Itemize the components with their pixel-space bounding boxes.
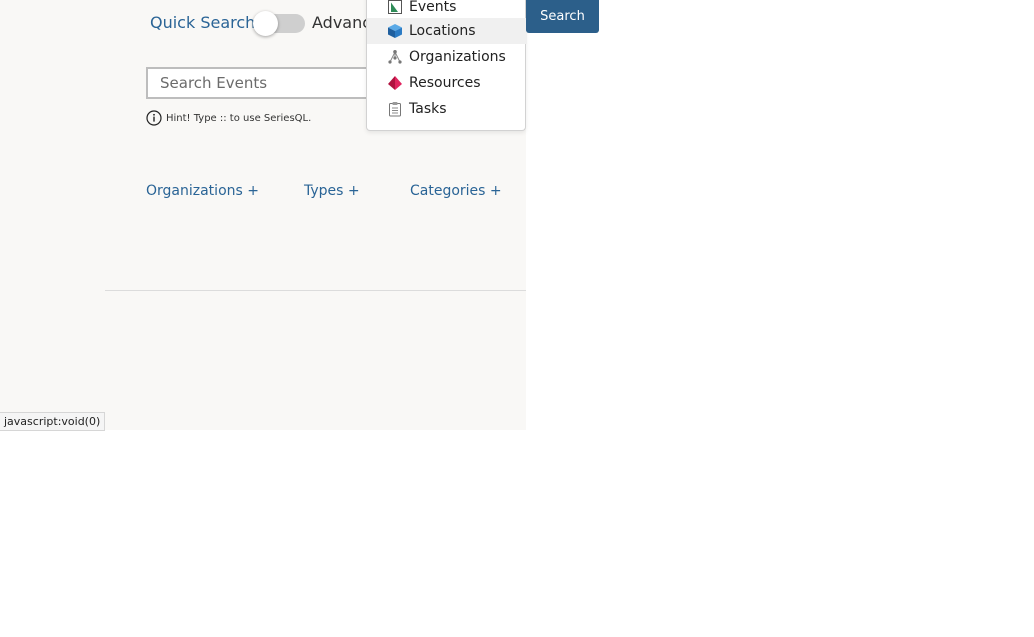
menu-item-events[interactable]: Events [367, 0, 527, 20]
menu-item-organizations[interactable]: Organizations [367, 44, 527, 70]
quick-search-label[interactable]: Quick Search [150, 13, 255, 32]
search-mode-toggle[interactable] [253, 11, 305, 36]
menu-item-tasks[interactable]: Tasks [367, 96, 527, 122]
locations-cube-icon [387, 23, 403, 39]
advanced-search-label[interactable]: Advanced [312, 13, 368, 32]
object-type-dropdown: Events Locations Organizations Resources… [366, 0, 527, 131]
categories-filter-link[interactable]: Categories + [410, 183, 502, 199]
menu-item-resources[interactable]: Resources [367, 70, 527, 96]
seriesql-hint: Hint! Type :: to use SeriesQL. [146, 110, 311, 126]
events-icon [387, 0, 403, 15]
menu-item-label: Locations [409, 23, 476, 39]
search-input[interactable] [148, 69, 370, 97]
hint-text: Hint! Type :: to use SeriesQL. [166, 112, 312, 124]
types-filter-link[interactable]: Types + [304, 183, 360, 199]
organizations-filter-link[interactable]: Organizations + [146, 183, 259, 199]
organizations-tree-icon [387, 49, 403, 65]
menu-item-label: Organizations [409, 49, 506, 65]
menu-item-label: Events [409, 0, 457, 15]
divider [105, 290, 526, 291]
resources-pyramid-icon [387, 75, 403, 91]
toggle-knob[interactable] [253, 11, 278, 36]
menu-item-label: Tasks [409, 101, 447, 117]
search-box [146, 67, 370, 99]
search-button[interactable]: Search [526, 0, 599, 33]
tasks-clipboard-icon [387, 101, 403, 117]
status-bar: javascript:void(0) [0, 412, 106, 431]
menu-item-locations[interactable]: Locations [367, 18, 527, 44]
menu-item-label: Resources [409, 75, 481, 91]
info-icon [146, 110, 162, 126]
